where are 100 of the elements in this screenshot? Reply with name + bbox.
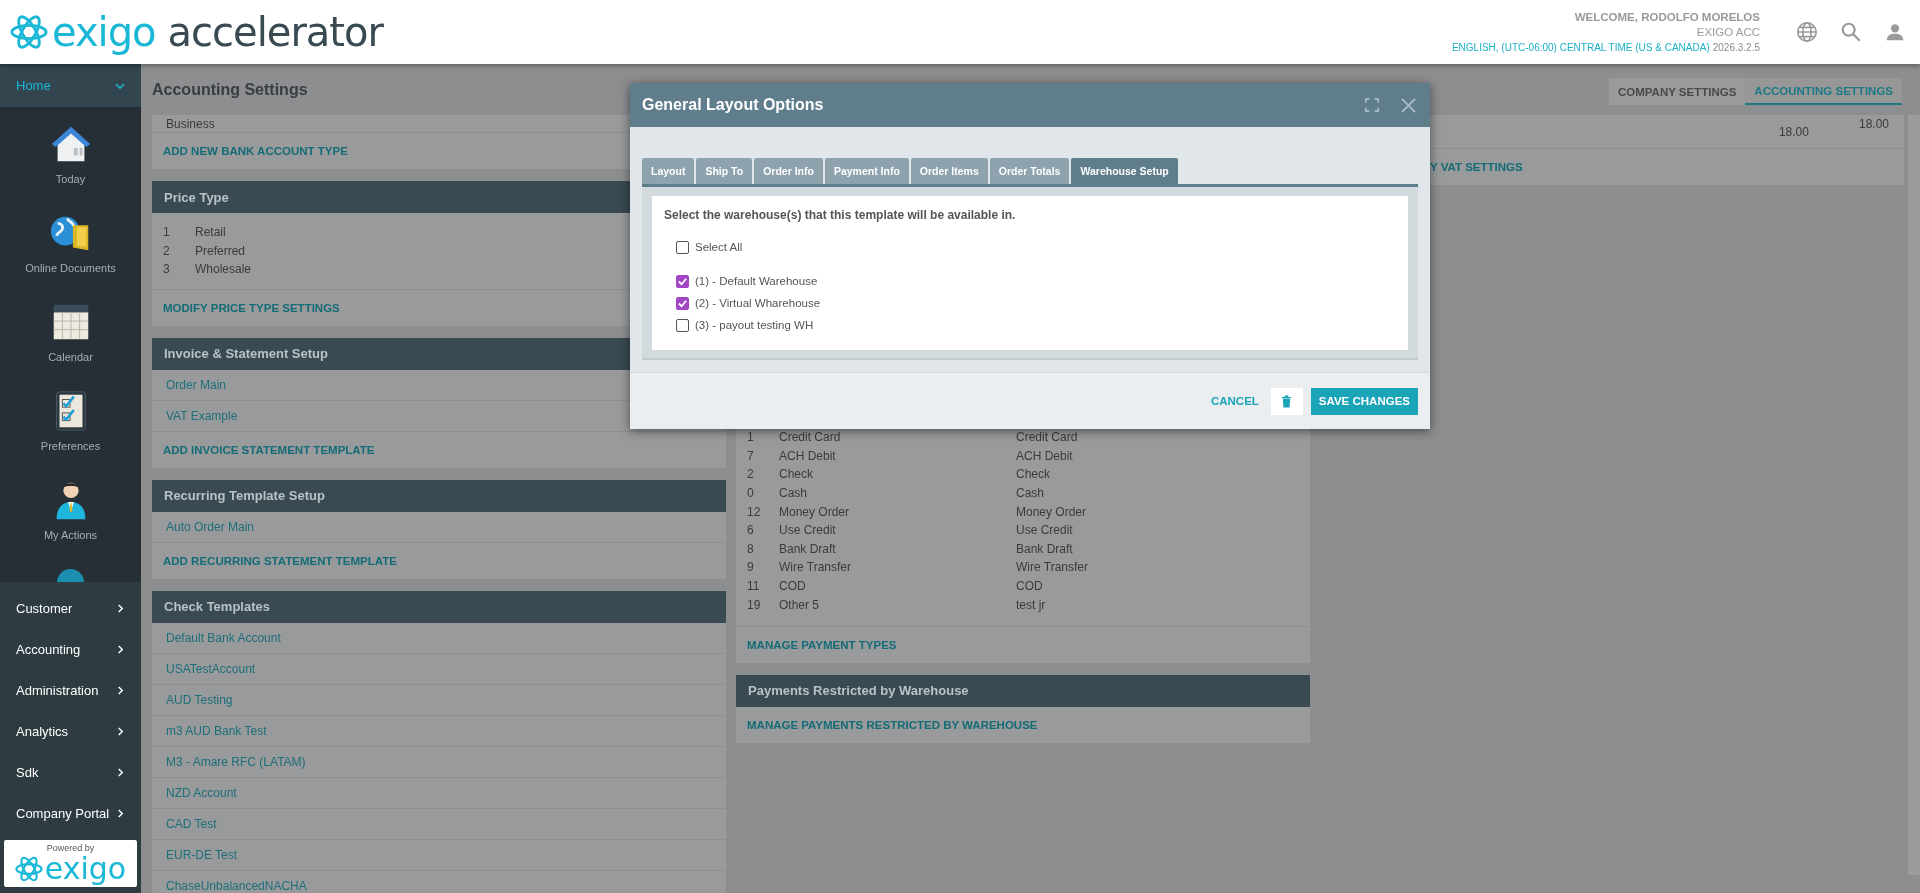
payment-type-name: Credit Card bbox=[779, 430, 842, 445]
template-link[interactable]: VAT Example bbox=[166, 408, 238, 423]
row-number: 2 bbox=[747, 467, 755, 482]
checkbox[interactable] bbox=[676, 240, 689, 254]
page-title: Accounting Settings bbox=[152, 80, 308, 99]
row-number: 19 bbox=[747, 597, 762, 612]
checkbox[interactable] bbox=[676, 318, 689, 332]
action-link[interactable]: ADD INVOICE STATEMENT TEMPLATE bbox=[163, 443, 375, 456]
logo-brand: exigo bbox=[52, 9, 156, 55]
payment-type-name: ACH Debit bbox=[779, 448, 837, 463]
row-name: Retail bbox=[195, 225, 226, 240]
payment-type-display: Wire Transfer bbox=[1016, 560, 1088, 575]
payment-type-display: COD bbox=[1016, 579, 1043, 594]
template-link[interactable]: Default Bank Account bbox=[166, 630, 281, 645]
shortcut-label[interactable]: Calendar bbox=[48, 351, 93, 364]
save-changes-button[interactable]: SAVE CHANGES bbox=[1310, 387, 1418, 415]
row-number: 7 bbox=[747, 448, 755, 463]
row-number: 1 bbox=[163, 225, 171, 240]
template-link[interactable]: EUR-DE Test bbox=[166, 847, 238, 862]
template-link[interactable]: ChaseUnbalancedNACHA bbox=[166, 878, 307, 893]
menu-item[interactable]: Company Portal bbox=[0, 793, 141, 834]
logo-icon bbox=[10, 13, 48, 51]
chevron-icon bbox=[116, 686, 125, 695]
payment-type-display: test jr bbox=[1016, 597, 1046, 612]
row-number: 1 bbox=[747, 430, 755, 445]
powered-by-badge[interactable]: Powered by exigo bbox=[4, 840, 137, 887]
menu-item[interactable]: Sdk bbox=[0, 752, 141, 793]
template-link[interactable]: AUD Testing bbox=[166, 692, 233, 707]
shortcut-label[interactable]: Preferences bbox=[40, 440, 101, 453]
shortcut-label[interactable]: Today bbox=[55, 173, 86, 186]
payment-type-name: Check bbox=[779, 467, 814, 482]
template-link[interactable]: M3 - Amare RFC (LATAM) bbox=[166, 754, 306, 769]
action-link[interactable]: MODIFY PRICE TYPE SETTINGS bbox=[163, 301, 340, 314]
dialog-tab[interactable]: Payment Info bbox=[824, 158, 909, 184]
welcome-text: WELCOME, RODOLFO MORELOS bbox=[1574, 9, 1760, 25]
locale-link[interactable]: ENGLISH, (UTC-06:00) CENTRAL TIME (US & CANADA) bbox=[1451, 41, 1710, 53]
menu-item[interactable]: Customer bbox=[0, 588, 141, 629]
settings-tab[interactable]: COMPANY SETTINGS bbox=[1608, 78, 1746, 105]
logo-product: accelerator bbox=[167, 9, 383, 55]
payment-type-name: Wire Transfer bbox=[779, 560, 852, 575]
row-name: Wholesale bbox=[195, 262, 252, 277]
dialog-tab[interactable]: Warehouse Setup bbox=[1071, 158, 1178, 184]
version-text: 2026.3.2.5 bbox=[1712, 41, 1760, 53]
trash-icon bbox=[1281, 394, 1293, 408]
company-name: EXIGO ACC bbox=[1696, 24, 1760, 40]
dialog-tab[interactable]: Order Info bbox=[754, 158, 823, 184]
checkbox-label: (1) - Default Warehouse bbox=[695, 275, 818, 287]
menu-item[interactable]: Analytics bbox=[0, 711, 141, 752]
checkbox-label: Select All bbox=[695, 241, 743, 253]
chevron-icon bbox=[116, 768, 125, 777]
user-icon[interactable] bbox=[1884, 21, 1906, 43]
payment-type-name: Money Order bbox=[779, 504, 851, 519]
payment-type-name: Use Credit bbox=[779, 523, 837, 538]
menu-item[interactable]: Administration bbox=[0, 670, 141, 711]
checkbox[interactable] bbox=[676, 274, 689, 288]
template-link[interactable]: NZD Account bbox=[166, 785, 237, 800]
delete-button[interactable] bbox=[1270, 387, 1303, 415]
home-menu-item[interactable]: Home bbox=[0, 64, 141, 108]
template-link[interactable]: Order Main bbox=[166, 377, 227, 392]
row-number: 3 bbox=[163, 262, 171, 277]
payment-type-display: ACH Debit bbox=[1016, 448, 1073, 463]
template-link[interactable]: CAD Test bbox=[166, 816, 217, 831]
template-link[interactable]: USATestAccount bbox=[166, 661, 256, 676]
chevron-icon bbox=[116, 645, 125, 654]
checkbox[interactable] bbox=[676, 296, 689, 310]
payment-type-name: Other 5 bbox=[779, 597, 821, 612]
chevron-icon bbox=[115, 80, 125, 91]
row-number: 11 bbox=[747, 579, 761, 594]
action-link[interactable]: Y VAT SETTINGS bbox=[1430, 161, 1523, 173]
payment-type-display: Use Credit bbox=[1016, 523, 1073, 538]
payment-type-name: Bank Draft bbox=[779, 541, 837, 556]
table-cell: 18.00 bbox=[1778, 124, 1809, 139]
globe-icon[interactable] bbox=[1796, 21, 1818, 43]
action-link[interactable]: MANAGE PAYMENTS RESTRICTED BY WAREHOUSE bbox=[747, 718, 1038, 731]
section-header: Check Templates bbox=[152, 590, 726, 623]
payment-type-display: Money Order bbox=[1016, 504, 1087, 519]
dialog-tab[interactable]: Ship To bbox=[696, 158, 753, 184]
row-number: 0 bbox=[747, 486, 755, 501]
template-link[interactable]: Auto Order Main bbox=[166, 519, 255, 534]
cancel-button[interactable]: CANCEL bbox=[1206, 389, 1263, 413]
action-link[interactable]: MANAGE PAYMENT TYPES bbox=[747, 638, 897, 651]
dialog-tab[interactable]: Order Totals bbox=[989, 158, 1070, 184]
row-number: 8 bbox=[747, 541, 755, 556]
checkbox-label: (2) - Virtual Wharehouse bbox=[695, 297, 821, 309]
row-label: Business bbox=[166, 116, 215, 131]
shortcut-label[interactable]: Online Documents bbox=[25, 262, 116, 275]
template-link[interactable]: m3 AUD Bank Test bbox=[166, 723, 267, 738]
action-link[interactable]: ADD RECURRING STATEMENT TEMPLATE bbox=[163, 554, 397, 567]
chevron-icon bbox=[116, 727, 125, 736]
dialog-title: General Layout Options bbox=[642, 96, 825, 114]
row-number: 6 bbox=[747, 523, 755, 538]
payment-type-display: Credit Card bbox=[1016, 430, 1078, 445]
action-link[interactable]: ADD NEW BANK ACCOUNT TYPE bbox=[163, 145, 348, 157]
dialog-tab[interactable]: Order Items bbox=[910, 158, 988, 184]
menu-item[interactable]: Accounting bbox=[0, 629, 141, 670]
row-name: Preferred bbox=[195, 243, 246, 258]
payment-type-display: Cash bbox=[1016, 486, 1044, 501]
search-icon[interactable] bbox=[1840, 21, 1862, 43]
shortcut-label[interactable]: My Actions bbox=[43, 529, 98, 542]
dialog-tab[interactable]: Layout bbox=[642, 158, 695, 184]
